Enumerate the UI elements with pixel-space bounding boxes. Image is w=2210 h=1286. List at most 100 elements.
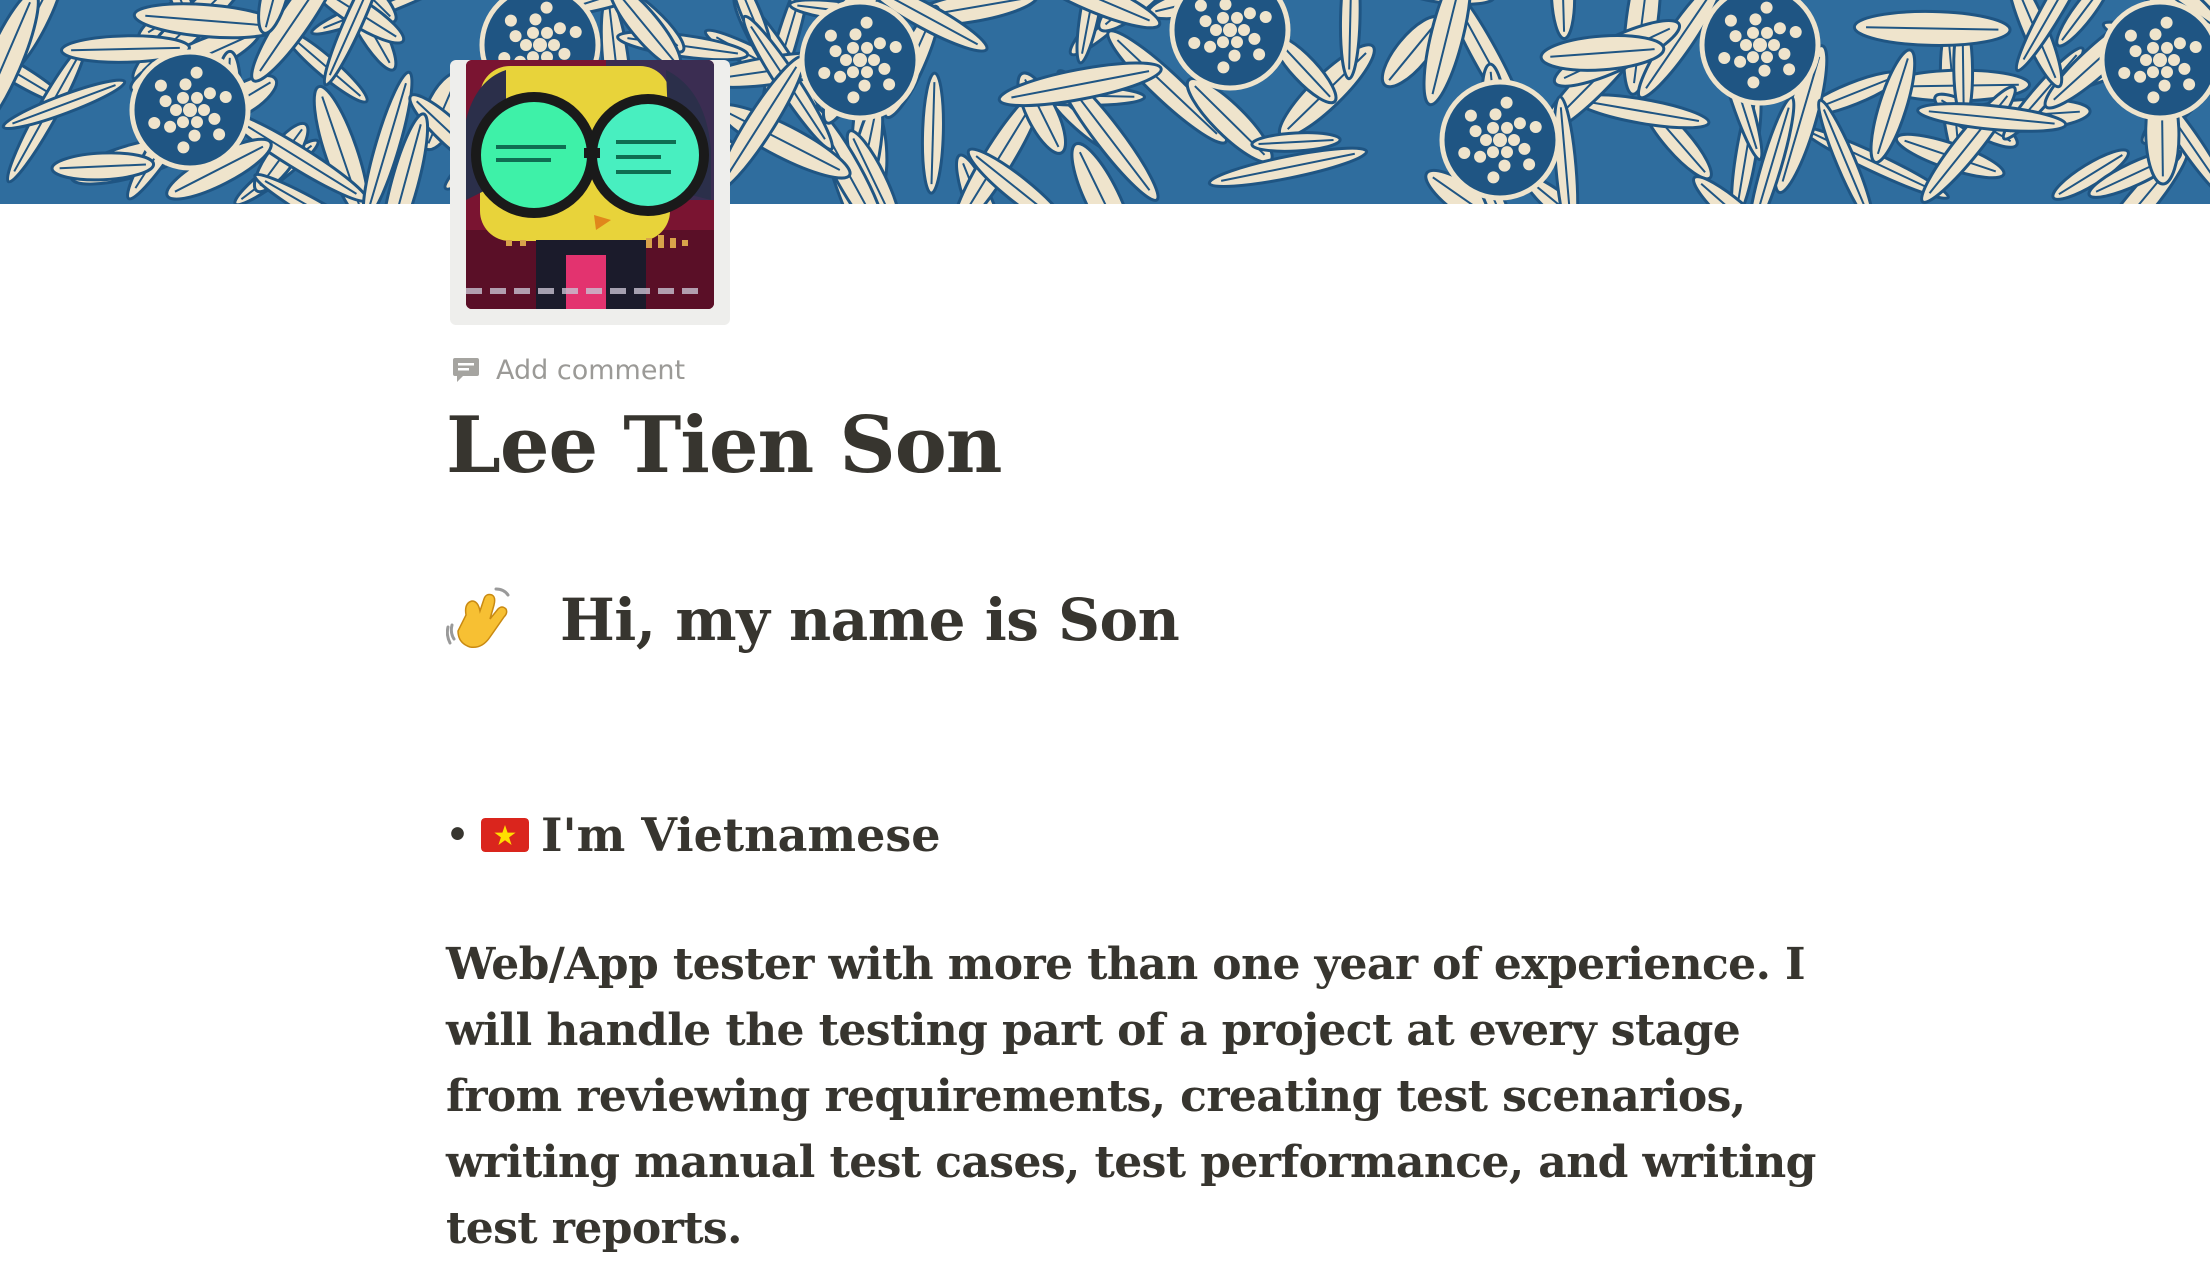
cover-flower-dot bbox=[219, 91, 232, 104]
cover-flower-dot bbox=[873, 37, 886, 50]
cover-flower-dot bbox=[170, 104, 182, 116]
page-title[interactable]: Lee Tien Son bbox=[446, 398, 1002, 493]
cover-flower-dot bbox=[1529, 121, 1542, 134]
cover-flower-dot bbox=[1508, 134, 1520, 146]
cover-flower-dot bbox=[198, 104, 210, 116]
cover-flower-dot bbox=[2118, 66, 2131, 79]
cover-flower-dot bbox=[2168, 54, 2180, 66]
cover-flower-dot bbox=[191, 116, 203, 129]
cover-flower-dot bbox=[1248, 32, 1261, 45]
greeting-text: Hi, my name is Son bbox=[560, 586, 1180, 654]
cover-flower-dot bbox=[883, 78, 896, 91]
cover-flower-dot bbox=[2178, 62, 2191, 75]
cover-flower-dot bbox=[541, 26, 553, 39]
cover-flower-dot bbox=[860, 16, 873, 29]
cover-flower-dot bbox=[849, 28, 862, 41]
cover-flower-dot bbox=[1513, 117, 1526, 130]
cover-flower-dot bbox=[1747, 51, 1759, 64]
cover-flower-center bbox=[1753, 38, 1767, 52]
cover-flower-dot bbox=[2173, 37, 2186, 50]
cover-flower-dot bbox=[858, 79, 871, 92]
cover-flower-dot bbox=[1789, 26, 1802, 39]
cover-flower-dot bbox=[1204, 40, 1217, 53]
cover-flower-dot bbox=[1464, 109, 1477, 122]
cover-flower-dot bbox=[548, 39, 560, 51]
cover-flower-dot bbox=[1217, 61, 1230, 74]
cover-flower-dot bbox=[847, 91, 860, 104]
page-icon-frame[interactable] bbox=[450, 60, 730, 325]
cover-flower-dot bbox=[2147, 66, 2159, 79]
cover-flower-dot bbox=[1469, 125, 1482, 138]
cover-flower-dot bbox=[889, 41, 902, 54]
cover-flower-dot bbox=[824, 29, 837, 42]
cover-flower-dot bbox=[1729, 30, 1742, 43]
cover-flower-dot bbox=[1747, 76, 1760, 89]
cover-flower-dot bbox=[177, 116, 189, 129]
cover-flower-dot bbox=[847, 41, 859, 54]
robot-avatar-icon bbox=[466, 60, 714, 309]
cover-flower-dot bbox=[191, 91, 203, 104]
cover-flower-dot bbox=[159, 95, 172, 108]
cover-flower-dot bbox=[861, 41, 873, 54]
cover-flower-dot bbox=[1210, 24, 1222, 36]
cover-flower-dot bbox=[177, 141, 190, 154]
cover-flower-dot bbox=[1217, 36, 1229, 49]
cover-flower-dot bbox=[1489, 108, 1502, 121]
cover-flower-dot bbox=[1228, 49, 1241, 62]
cover-flower-dot bbox=[2134, 70, 2147, 83]
cover-flower-dot bbox=[1474, 150, 1487, 163]
cover-flower-dot bbox=[208, 112, 221, 125]
cover-flower-dot bbox=[878, 62, 891, 75]
cover-flower-dot bbox=[1773, 22, 1786, 35]
cover-flower-dot bbox=[1761, 51, 1773, 64]
cover-flower-dot bbox=[2189, 41, 2202, 54]
bio-paragraph[interactable]: Web/App tester with more than one year o… bbox=[446, 932, 1846, 1262]
cover-flower-dot bbox=[2140, 54, 2152, 66]
cover-flower-dot bbox=[1724, 14, 1737, 27]
floral-pattern bbox=[0, 0, 2210, 204]
cover-flower-dot bbox=[1758, 64, 1771, 77]
cover-flower-dot bbox=[569, 26, 582, 39]
cover-flower-dot bbox=[213, 128, 226, 141]
cover-flower-center bbox=[1223, 23, 1237, 37]
cover-flower-dot bbox=[2129, 45, 2142, 58]
nationality-list-item[interactable]: • I'm Vietnamese bbox=[446, 805, 941, 865]
cover-flower-dot bbox=[1760, 1, 1773, 14]
cover-flower-dot bbox=[1523, 158, 1536, 171]
nationality-text: I'm Vietnamese bbox=[541, 808, 941, 862]
cover-flower-center bbox=[2153, 53, 2167, 67]
cover-flower-dot bbox=[558, 47, 571, 60]
cover-flower-dot bbox=[818, 66, 831, 79]
bullet-marker: • bbox=[446, 814, 470, 856]
cover-flower-dot bbox=[861, 66, 873, 79]
cover-flower-dot bbox=[553, 22, 566, 35]
cover-flower-dot bbox=[2161, 66, 2173, 79]
cover-flower-dot bbox=[2158, 79, 2171, 92]
cover-flower-dot bbox=[1188, 36, 1201, 49]
cover-flower-dot bbox=[188, 129, 201, 142]
cover-flower-dot bbox=[2183, 78, 2196, 91]
cover-flower-center bbox=[183, 103, 197, 117]
cover-flower-dot bbox=[203, 87, 216, 100]
cover-flower-dot bbox=[1480, 134, 1492, 146]
cover-flower-dot bbox=[2124, 29, 2137, 42]
cover-flower-dot bbox=[190, 66, 203, 79]
greeting-heading[interactable]: Hi, my name is Son bbox=[446, 580, 1180, 660]
cover-flower-dot bbox=[1518, 142, 1531, 155]
cover-flower-dot bbox=[868, 54, 880, 66]
cover-flower-dot bbox=[1747, 26, 1759, 39]
cover-flower-dot bbox=[527, 26, 539, 39]
cover-image[interactable] bbox=[0, 0, 2210, 204]
cover-flower-dot bbox=[1253, 48, 1266, 61]
cover-flower-dot bbox=[154, 79, 167, 92]
cover-flower-dot bbox=[1718, 51, 1731, 64]
add-comment-button[interactable]: Add comment bbox=[450, 350, 685, 390]
waving-hand-icon bbox=[446, 587, 510, 649]
cover-flower-dot bbox=[1501, 121, 1513, 134]
cover-flower-dot bbox=[540, 1, 553, 14]
cover-flower-dot bbox=[1749, 13, 1762, 26]
cover-flower-dot bbox=[1199, 15, 1212, 28]
cover-flower-dot bbox=[1194, 0, 1207, 12]
cover-flower-dot bbox=[177, 91, 189, 104]
cover-flower-dot bbox=[2147, 41, 2159, 54]
